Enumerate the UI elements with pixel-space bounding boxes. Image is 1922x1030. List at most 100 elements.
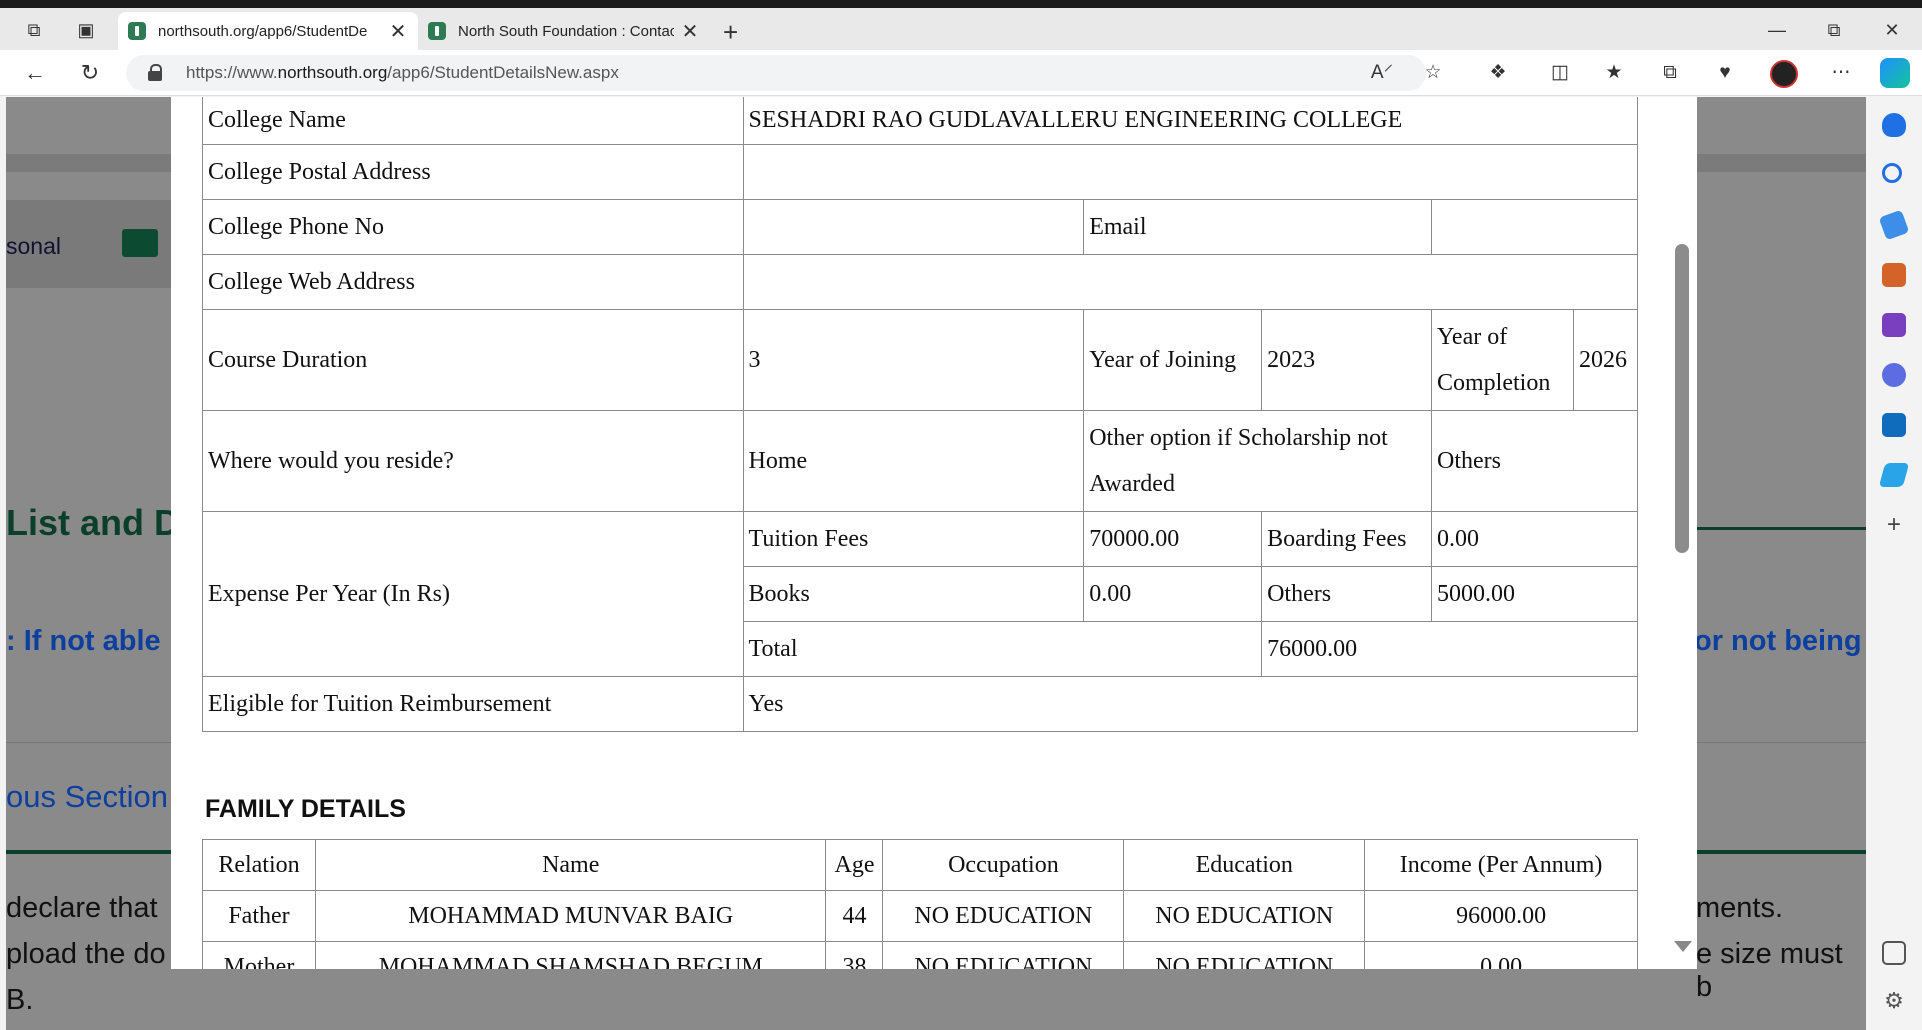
- relation-cell: Father: [202, 890, 316, 942]
- minimize-icon[interactable]: —: [1765, 20, 1789, 41]
- profile-avatar[interactable]: [1770, 60, 1798, 88]
- microsoft-365-icon[interactable]: [1882, 363, 1906, 387]
- read-aloud-icon[interactable]: A⸍: [1369, 60, 1395, 86]
- back-icon[interactable]: ←: [22, 60, 48, 86]
- reside-label: Where would you reside?: [202, 410, 744, 512]
- email-label: Email: [1083, 199, 1432, 255]
- reimbursement-value: Yes: [742, 676, 1639, 732]
- close-tab-icon[interactable]: ✕: [680, 19, 700, 44]
- tab-actions-icon[interactable]: ▣: [74, 18, 98, 42]
- favorites-icon[interactable]: ★: [1601, 60, 1627, 86]
- table-row: Course Duration 3 Year of Joining 2023 Y…: [202, 309, 1639, 411]
- other-option-label: Other option if Scholarship not Awarded: [1083, 410, 1432, 512]
- declaration-text: pload the do: [6, 938, 166, 970]
- books-label: Books: [742, 566, 1085, 622]
- outlook-icon[interactable]: [1882, 413, 1906, 437]
- family-details-table: Relation Name Age Occupation Education I…: [202, 839, 1638, 969]
- email-value: [1431, 199, 1638, 255]
- year-of-completion-label: Year of Completion: [1431, 309, 1574, 411]
- previous-section-link[interactable]: ous Section: [6, 779, 168, 815]
- table-row: Eligible for Tuition Reimbursement Yes: [202, 676, 1639, 732]
- table-row: Where would you reside? Home Other optio…: [202, 410, 1638, 512]
- collections-icon[interactable]: ⧉: [1657, 60, 1683, 86]
- tab-title: northsouth.org/app6/StudentDe: [158, 22, 368, 40]
- tab-contact[interactable]: North South Foundation : Contac ✕: [418, 12, 710, 50]
- column-header: Education: [1123, 839, 1366, 891]
- copilot-icon[interactable]: [1880, 58, 1910, 88]
- column-header: Relation: [202, 839, 316, 891]
- lock-icon: [148, 64, 162, 81]
- reimbursement-label: Eligible for Tuition Reimbursement: [202, 676, 744, 732]
- education-cell: NO EDUCATION: [1123, 890, 1366, 942]
- table-row: College Postal Address: [202, 144, 1639, 200]
- income-cell: 0.00: [1364, 941, 1638, 969]
- settings-gear-icon[interactable]: ⚙: [1882, 989, 1906, 1013]
- tuition-fees-value: 70000.00: [1083, 511, 1263, 567]
- column-header: Occupation: [882, 839, 1125, 891]
- column-header: Name: [314, 839, 827, 891]
- scroll-down-arrow-icon[interactable]: [1674, 941, 1692, 952]
- table-row: College Phone No Email: [202, 199, 1638, 255]
- occupation-cell: NO EDUCATION: [882, 890, 1125, 942]
- year-of-completion-value: 2026: [1572, 309, 1639, 411]
- close-tab-icon[interactable]: ✕: [388, 19, 408, 44]
- search-icon[interactable]: [1882, 163, 1902, 183]
- edge-sidebar: + ⚙: [1866, 97, 1922, 1030]
- relation-cell: Mother: [202, 941, 316, 969]
- declaration-text: e size must b: [1696, 938, 1843, 1003]
- games-icon[interactable]: [1882, 313, 1906, 337]
- add-icon[interactable]: +: [1882, 513, 1906, 537]
- family-details-heading: FAMILY DETAILS: [205, 795, 406, 823]
- year-of-joining-value: 2023: [1261, 309, 1432, 411]
- warning-text: or not being: [1694, 625, 1862, 657]
- web-address-label: College Web Address: [202, 254, 744, 310]
- tools-briefcase-icon[interactable]: [1882, 263, 1906, 287]
- declaration-text: B.: [6, 984, 34, 1016]
- other-option-value: Others: [1431, 410, 1638, 512]
- url-field[interactable]: https://www.northsouth.org/app6/StudentD…: [126, 55, 1426, 91]
- sidebar-toggle-icon[interactable]: [1882, 941, 1906, 965]
- favorite-star-icon[interactable]: ☆: [1420, 60, 1446, 86]
- tab-student-details[interactable]: northsouth.org/app6/StudentDe ✕: [118, 12, 418, 50]
- close-window-icon[interactable]: ✕: [1880, 20, 1904, 41]
- books-value: 0.00: [1083, 566, 1263, 622]
- scrollbar-thumb[interactable]: [1675, 244, 1689, 553]
- boarding-fees-label: Boarding Fees: [1261, 511, 1432, 567]
- expense-label: Expense Per Year (In Rs): [202, 511, 744, 677]
- student-details-modal: College Name SESHADRI RAO GUDLAVALLERU E…: [171, 97, 1697, 969]
- title-strip: [0, 0, 1922, 8]
- others-expense-label: Others: [1261, 566, 1432, 622]
- income-cell: 96000.00: [1364, 890, 1638, 942]
- extensions-icon[interactable]: ❖: [1485, 60, 1511, 86]
- refresh-icon[interactable]: ↻: [77, 60, 103, 86]
- name-cell: MOHAMMAD SHAMSHAD BEGUM: [314, 941, 827, 969]
- address-bar: ← ↻ https://www.northsouth.org/app6/Stud…: [0, 50, 1922, 96]
- reside-value: Home: [742, 410, 1085, 512]
- new-tab-icon[interactable]: +: [723, 19, 738, 45]
- college-name-label: College Name: [202, 97, 744, 145]
- browser-essentials-icon[interactable]: ♥: [1712, 60, 1738, 86]
- occupation-cell: NO EDUCATION: [882, 941, 1125, 969]
- send-icon[interactable]: [1878, 463, 1910, 487]
- table-row: College Name SESHADRI RAO GUDLAVALLERU E…: [202, 97, 1639, 145]
- table-row: College Web Address: [202, 254, 1639, 310]
- name-cell: MOHAMMAD MUNVAR BAIG: [314, 890, 827, 942]
- browser-window: ⧉ ▣ northsouth.org/app6/StudentDe ✕ Nort…: [0, 0, 1922, 1030]
- boarding-fees-value: 0.00: [1431, 511, 1638, 567]
- split-screen-icon[interactable]: ◫: [1547, 60, 1573, 86]
- postal-address-label: College Postal Address: [202, 144, 744, 200]
- restore-icon[interactable]: ⧉: [1822, 20, 1846, 41]
- age-cell: 38: [825, 941, 884, 969]
- table-header-row: Relation Name Age Occupation Education I…: [202, 839, 1638, 891]
- others-expense-value: 5000.00: [1431, 566, 1638, 622]
- shopping-tag-icon[interactable]: [1878, 209, 1910, 241]
- course-duration-value: 3: [742, 309, 1085, 411]
- workspaces-icon[interactable]: ⧉: [22, 18, 46, 42]
- notifications-bell-icon[interactable]: [1882, 113, 1906, 137]
- breadcrumb-label: sonal: [6, 233, 61, 259]
- more-menu-icon[interactable]: ⋯: [1828, 60, 1854, 86]
- tuition-fees-label: Tuition Fees: [742, 511, 1085, 567]
- college-details-table: College Name SESHADRI RAO GUDLAVALLERU E…: [202, 97, 1639, 732]
- course-duration-label: Course Duration: [202, 309, 744, 411]
- age-cell: 44: [825, 890, 884, 942]
